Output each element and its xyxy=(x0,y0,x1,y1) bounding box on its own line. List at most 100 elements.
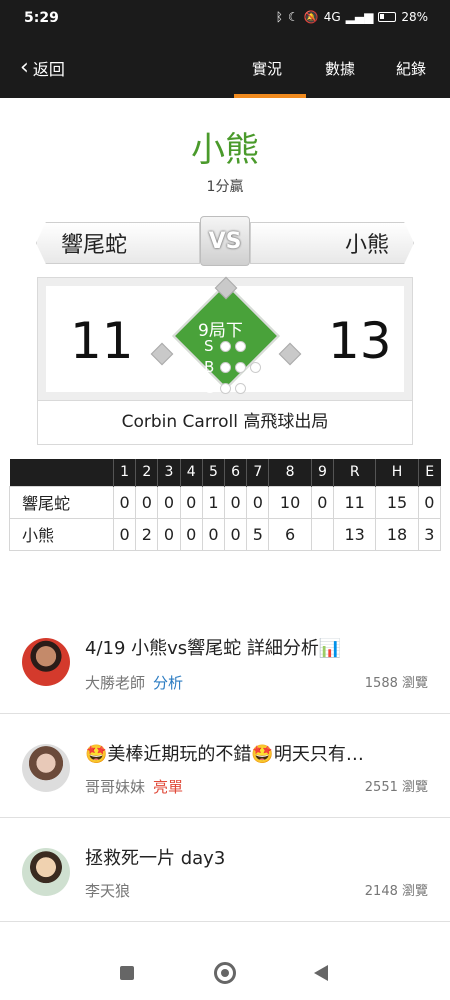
header-team xyxy=(9,459,114,486)
out-dot xyxy=(220,383,231,394)
article-author: 大勝老師 xyxy=(85,674,146,692)
header-inning: 6 xyxy=(224,459,247,486)
back-triangle-icon[interactable] xyxy=(314,965,328,981)
article-tag: 分析 xyxy=(153,674,184,692)
score-cell: 5 xyxy=(246,517,270,551)
bluetooth-icon: ᛒ xyxy=(275,10,283,24)
vs-badge: VS xyxy=(200,216,250,266)
table-row: 小熊 0 2 0 0 0 0 5 6 13 18 3 xyxy=(9,517,442,551)
ball-dot xyxy=(235,362,246,373)
strike-dot xyxy=(220,341,231,352)
mute-icon: 🔕 xyxy=(303,10,319,24)
scoreboard: 11 13 9局下 S B O xyxy=(37,276,413,402)
back-button[interactable]: ‹ 返回 xyxy=(20,56,65,80)
list-item[interactable]: 🤩美棒近期玩的不錯🤩明天只有… 哥哥妹妹 亮單 2551 瀏覽 xyxy=(0,714,450,818)
score-cell: 0 xyxy=(246,485,270,519)
list-item[interactable]: 4/19 小熊vs響尾蛇 詳細分析📊 大勝老師 分析 1588 瀏覽 xyxy=(0,610,450,714)
article-title: 🤩美棒近期玩的不錯🤩明天只有… xyxy=(85,744,364,765)
matchup-banner: 響尾蛇 小熊 VS xyxy=(36,216,414,266)
ball-dot xyxy=(220,362,231,373)
score-cell: 6 xyxy=(268,517,312,551)
score-cell: 2 xyxy=(135,517,159,551)
score-cell: 0 xyxy=(224,485,248,519)
score-cell xyxy=(310,517,335,551)
article-author-line: 哥哥妹妹 亮單 xyxy=(85,776,183,797)
header-runs: R xyxy=(332,459,376,486)
header-inning: 9 xyxy=(310,459,334,486)
score-cell: 15 xyxy=(375,485,419,519)
third-base xyxy=(150,342,174,366)
score-cell: 0 xyxy=(179,517,203,551)
active-tab-indicator xyxy=(234,94,306,98)
system-nav-bar xyxy=(0,948,450,1000)
score-cell: 1 xyxy=(201,485,226,519)
avatar xyxy=(22,744,70,792)
back-label: 返回 xyxy=(32,60,65,79)
ball-row: B xyxy=(204,357,261,378)
tab-live[interactable]: 實況 xyxy=(252,58,282,79)
score-cell: 11 xyxy=(332,485,377,519)
list-item[interactable]: 拯救死一片 day3 李天狼 2148 瀏覽 xyxy=(0,818,450,922)
article-tag: 亮單 xyxy=(153,778,184,796)
header-inning: 5 xyxy=(201,459,225,486)
tab-records[interactable]: 紀錄 xyxy=(396,58,426,79)
header-inning: 2 xyxy=(135,459,158,486)
home-icon[interactable] xyxy=(214,962,236,984)
winner-team: 小熊 xyxy=(191,130,259,170)
score-cell: 0 xyxy=(112,485,137,519)
ball-dot xyxy=(250,362,261,373)
win-margin: 1分贏 xyxy=(206,179,244,195)
ball-label: B xyxy=(204,358,215,376)
article-title: 拯救死一片 day3 xyxy=(85,848,226,869)
battery-level: 28% xyxy=(401,10,428,24)
status-icons: ᛒ ☾ 🔕 4G ▂▄▆ 28% xyxy=(276,10,428,24)
status-bar: 5:29 ᛒ ☾ 🔕 4G ▂▄▆ 28% xyxy=(0,0,450,38)
score-cell: 18 xyxy=(375,517,419,551)
team-cell: 小熊 xyxy=(9,517,114,551)
network-label: 4G xyxy=(323,10,341,24)
score-cell: 0 xyxy=(112,517,137,551)
header-inning: 8 xyxy=(268,459,312,486)
strike-dot xyxy=(235,341,246,352)
header-inning: 4 xyxy=(179,459,203,486)
recents-icon[interactable] xyxy=(120,966,134,980)
linescore-header-row: 1 2 3 4 5 6 7 8 9 R H E xyxy=(9,459,441,486)
out-dot xyxy=(235,383,246,394)
score-cell: 0 xyxy=(224,517,248,551)
header-hits: H xyxy=(375,459,419,486)
score-cell: 0 xyxy=(179,485,203,519)
article-author-line: 大勝老師 分析 xyxy=(85,672,183,693)
article-author: 李天狼 xyxy=(85,882,131,900)
first-base xyxy=(278,342,302,366)
out-row: O xyxy=(204,378,261,399)
battery-icon xyxy=(378,12,397,22)
tab-stats[interactable]: 數據 xyxy=(325,58,355,79)
away-team-name: 響尾蛇 xyxy=(36,222,200,264)
linescore-table: 1 2 3 4 5 6 7 8 9 R H E 響尾蛇 0 0 0 0 1 0 … xyxy=(9,459,442,551)
article-views: 2551 瀏覽 xyxy=(364,780,428,795)
article-author: 哥哥妹妹 xyxy=(85,778,146,796)
baseball-diamond: 9局下 S B O xyxy=(150,276,302,402)
count-indicator: S B O xyxy=(204,336,261,399)
header-inning: 3 xyxy=(157,459,181,486)
article-title: 4/19 小熊vs響尾蛇 詳細分析📊 xyxy=(85,638,342,659)
score-cell: 0 xyxy=(310,485,335,519)
moon-icon: ☾ xyxy=(287,10,299,24)
top-nav: ‹ 返回 實況 數據 紀錄 xyxy=(0,38,450,98)
chevron-left-icon: ‹ xyxy=(20,55,29,80)
strike-label: S xyxy=(204,337,214,355)
strike-row: S xyxy=(204,336,261,357)
article-views: 2148 瀏覽 xyxy=(364,884,428,899)
score-cell: 13 xyxy=(332,517,377,551)
score-cell: 10 xyxy=(268,485,312,519)
away-score: 11 xyxy=(70,312,134,370)
avatar xyxy=(22,848,70,896)
score-cell: 0 xyxy=(135,485,159,519)
score-cell: 0 xyxy=(201,517,226,551)
home-score: 13 xyxy=(328,312,392,370)
score-cell: 3 xyxy=(417,517,442,551)
header-inning: 1 xyxy=(112,459,136,486)
score-cell: 0 xyxy=(157,517,181,551)
status-time: 5:29 xyxy=(24,10,59,26)
article-author-line: 李天狼 xyxy=(85,880,130,901)
